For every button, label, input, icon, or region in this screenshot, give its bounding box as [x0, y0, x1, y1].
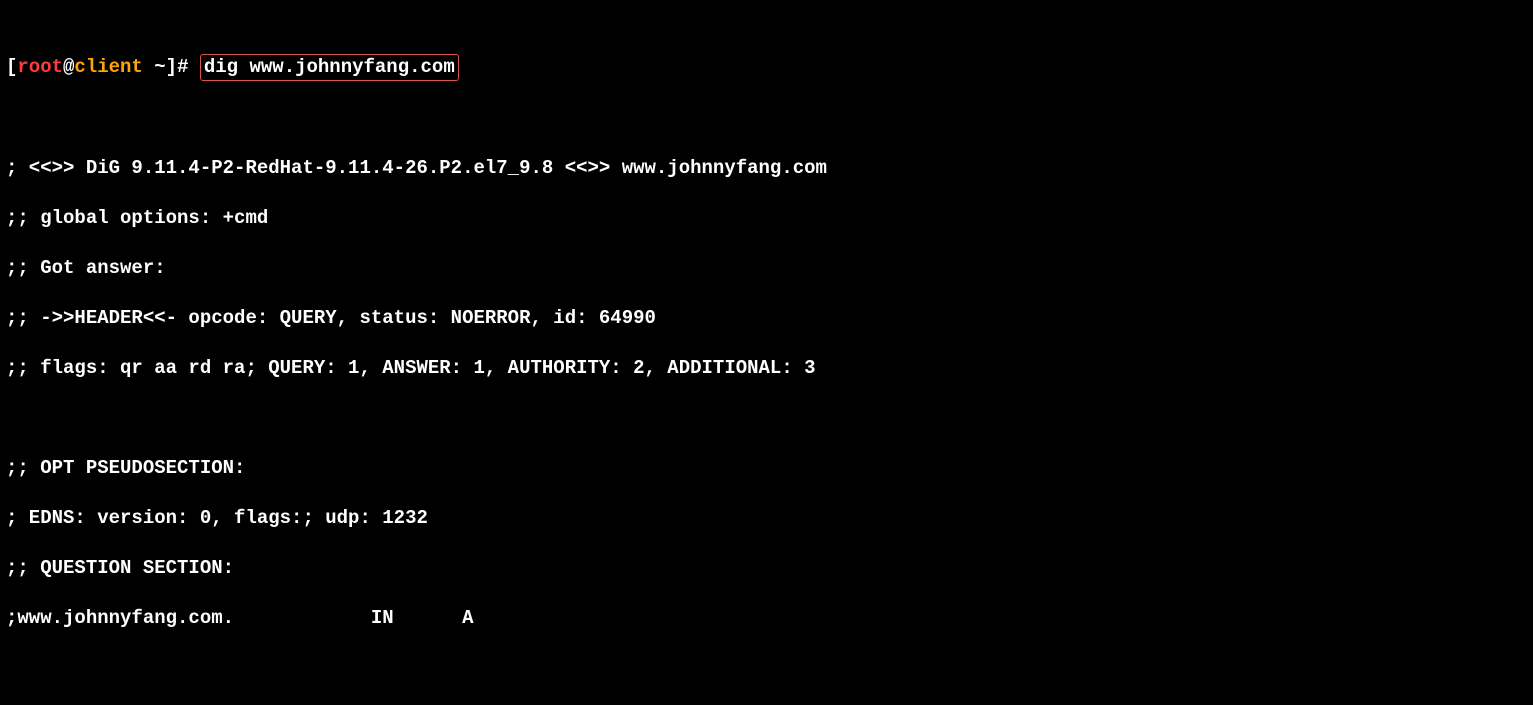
- output-line: ; EDNS: version: 0, flags:; udp: 1232: [6, 506, 1527, 531]
- terminal-window[interactable]: [root@client ~]# dig www.johnnyfang.com …: [0, 0, 1533, 705]
- highlighted-command: dig www.johnnyfang.com: [200, 54, 459, 81]
- output-line: ;www.johnnyfang.com. IN A: [6, 606, 1527, 631]
- output-line: ; <<>> DiG 9.11.4-P2-RedHat-9.11.4-26.P2…: [6, 156, 1527, 181]
- output-line: ;; global options: +cmd: [6, 206, 1527, 231]
- output-line: ;; QUESTION SECTION:: [6, 556, 1527, 581]
- output-line: ;; OPT PSEUDOSECTION:: [6, 456, 1527, 481]
- output-line: ;; Got answer:: [6, 256, 1527, 281]
- output-line: ;; ->>HEADER<<- opcode: QUERY, status: N…: [6, 306, 1527, 331]
- prompt-line: [root@client ~]# dig www.johnnyfang.com: [6, 54, 1527, 81]
- blank-line: [6, 406, 1527, 431]
- output-line: ;; flags: qr aa rd ra; QUERY: 1, ANSWER:…: [6, 356, 1527, 381]
- blank-line: [6, 656, 1527, 681]
- blank-line: [6, 106, 1527, 131]
